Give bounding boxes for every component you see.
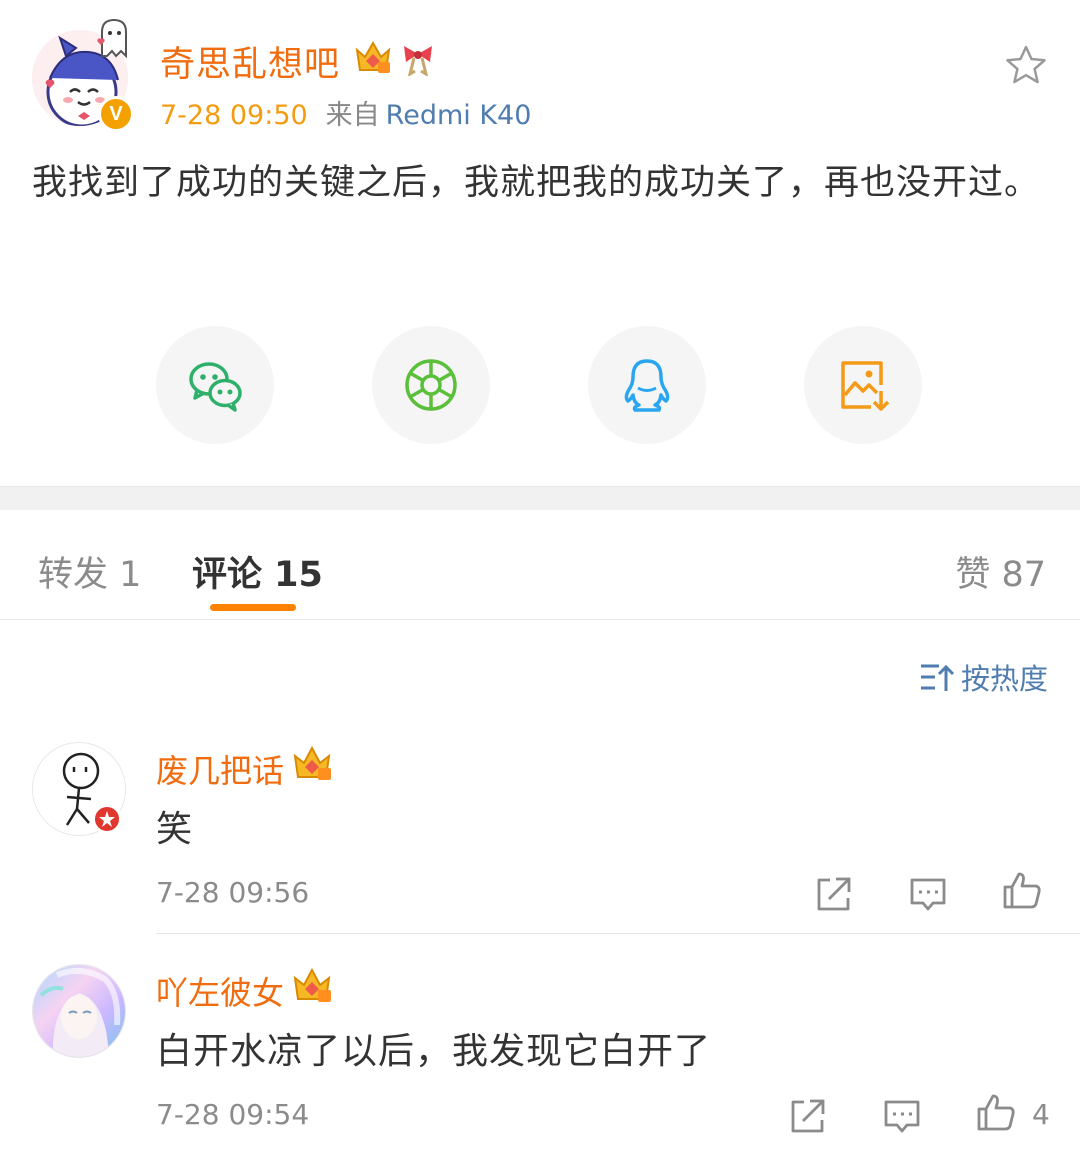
post-time: 7-28 09:50 — [160, 100, 308, 131]
comment-time: 7-28 09:54 — [156, 1098, 310, 1131]
reply-comment-icon[interactable] — [908, 874, 948, 914]
save-image-button[interactable] — [804, 326, 922, 444]
section-divider — [0, 486, 1080, 510]
bow-decoration-icon — [404, 46, 432, 76]
comment-time: 7-28 09:56 — [156, 876, 310, 909]
like-thumb-icon[interactable] — [1002, 870, 1042, 910]
share-wechat-button[interactable] — [156, 326, 274, 444]
post-author-name[interactable]: 奇思乱想吧 — [160, 36, 340, 87]
vip-crown-icon — [293, 967, 331, 1002]
save-image-icon — [841, 361, 890, 411]
reply-comment-icon[interactable] — [882, 1096, 922, 1136]
share-row — [0, 326, 1080, 444]
share-moments-button[interactable] — [372, 326, 490, 444]
favorite-star-icon[interactable] — [1004, 44, 1048, 86]
wechat-icon — [189, 362, 242, 412]
moments-icon — [405, 359, 457, 411]
comment-avatar[interactable] — [32, 964, 126, 1058]
comment-separator — [156, 933, 1080, 934]
repost-comment-icon[interactable] — [788, 1096, 828, 1136]
detail-tabs: 转发 1 评论 15 赞 87 — [0, 510, 1080, 620]
tab-repost[interactable]: 转发 1 — [38, 546, 141, 597]
active-tab-underline — [210, 604, 296, 611]
sort-label: 按热度 — [960, 662, 1048, 696]
sort-by-hot-button[interactable]: 按热度 — [919, 656, 1048, 698]
post-text: 我找到了成功的关键之后，我就把我的成功关了，再也没开过。 — [32, 163, 1041, 203]
tab-comments[interactable]: 评论 15 — [192, 546, 323, 597]
verified-badge: V — [98, 96, 134, 132]
author-avatar-wrap[interactable]: V — [32, 18, 134, 132]
comment-author-name[interactable]: 废几把话 — [156, 746, 284, 792]
post-device-link[interactable]: Redmi K40 — [386, 100, 532, 131]
repost-comment-icon[interactable] — [814, 874, 854, 914]
comment-text: 笑 — [156, 809, 194, 850]
comment-item: 废几把话 笑 7-28 09:56 — [0, 742, 1080, 934]
vip-crown-icon — [293, 745, 331, 780]
comment-text: 白开水凉了以后，我发现它白开了 — [156, 1031, 712, 1072]
share-qq-button[interactable] — [588, 326, 706, 444]
qq-icon — [624, 359, 670, 412]
comment-item: 吖左彼女 白开水凉了以后，我发现它白开了 7-28 09:54 4 — [0, 964, 1080, 1154]
post-meta: 7-28 09:50 来自 Redmi K40 — [160, 93, 531, 132]
post-from-label: 来自 — [325, 100, 380, 131]
weibo-post: V 奇思乱想吧 7-28 09:50 来自 Redmi K40 我找到了成功的关键之… — [0, 0, 1080, 486]
vip-crown-icon — [355, 40, 391, 73]
ghost-pendant-icon — [97, 18, 127, 59]
comment-author-name[interactable]: 吖左彼女 — [156, 968, 284, 1014]
comment-like-count: 4 — [1032, 1098, 1050, 1131]
like-thumb-icon[interactable] — [976, 1092, 1016, 1132]
member-badge-icon — [92, 804, 122, 834]
tab-likes[interactable]: 赞 87 — [955, 546, 1046, 597]
sort-icon — [920, 664, 955, 691]
